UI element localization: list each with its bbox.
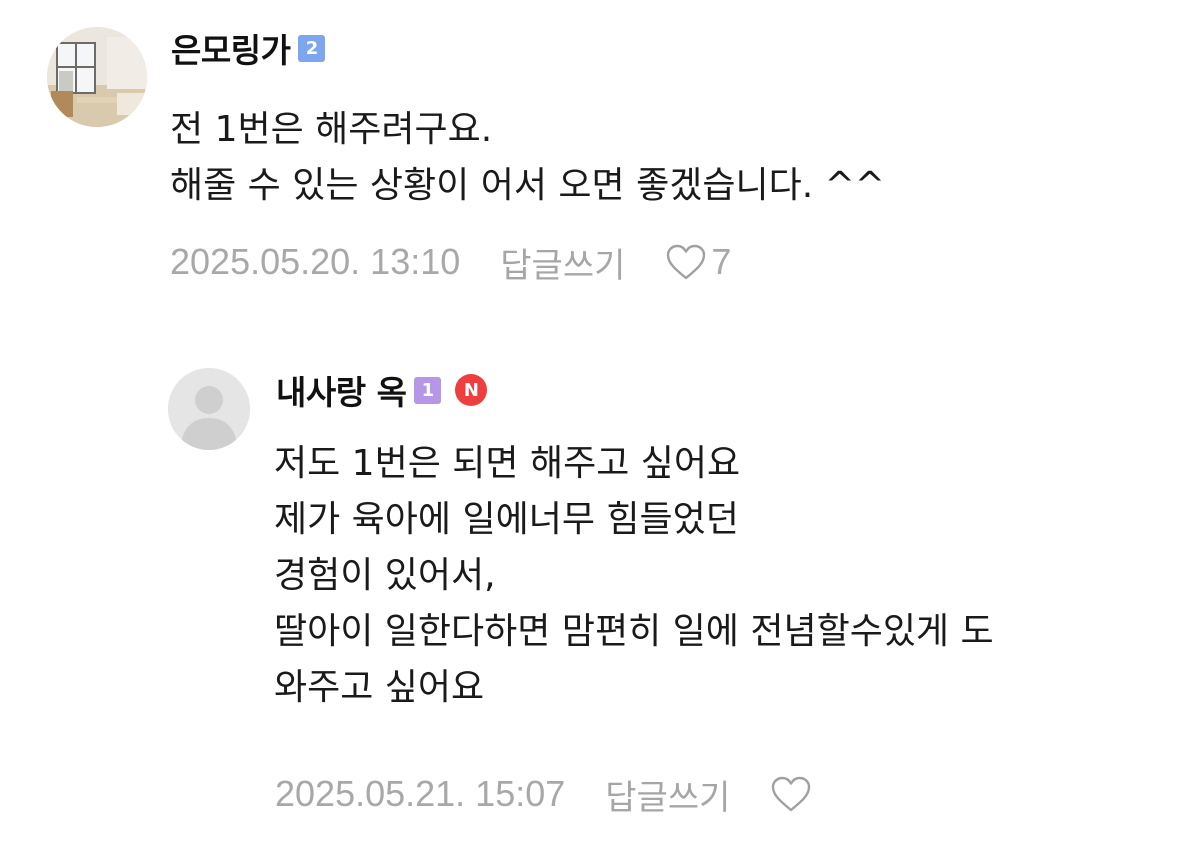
author-avatar[interactable] (168, 368, 250, 450)
comment-author: 은모링가 2 (171, 24, 326, 72)
comment-body-line: 와주고 싶어요 (274, 667, 485, 708)
comment-body: 저도 1번은 되면 해주고 싶어요 제가 육아에 일에너무 힘들었던 경험이 있… (274, 436, 994, 716)
like-button[interactable] (770, 775, 816, 813)
author-name[interactable]: 내사랑 옥 (276, 366, 407, 414)
comment-body-line: 해줄 수 있는 상황이 어서 오면 좋겠습니다. ^^ (170, 165, 885, 206)
comment-body-line: 딸아이 일한다하면 맘편히 일에 전념할수있게 도 (274, 611, 994, 652)
new-badge: N (455, 374, 488, 406)
level-badge: 2 (298, 34, 326, 62)
comment-author: 내사랑 옥 1 N (276, 366, 488, 414)
reply-comment-item: 내사랑 옥 1 N 저도 1번은 되면 해주고 싶어요 제가 육아에 일에너무 … (0, 340, 1200, 845)
comment-meta: 2025.05.20. 13:10 답글쓰기 7 (170, 238, 731, 287)
comment-item: 은모링가 2 전 1번은 해주려구요. 해줄 수 있는 상황이 어서 오면 좋겠… (0, 0, 1200, 320)
room-photo-image (47, 27, 147, 127)
comment-date: 2025.05.20. 13:10 (170, 241, 461, 282)
comment-meta: 2025.05.21. 15:07 답글쓰기 (275, 770, 816, 819)
heart-outline-icon (667, 244, 706, 280)
level-badge: 1 (414, 376, 442, 404)
like-button[interactable]: 7 (665, 241, 731, 283)
default-user-icon (168, 368, 250, 450)
comment-date: 2025.05.21. 15:07 (275, 773, 566, 814)
comment-body: 전 1번은 해주려구요. 해줄 수 있는 상황이 어서 오면 좋겠습니다. ^^ (170, 102, 885, 214)
author-avatar[interactable] (47, 27, 147, 127)
comment-body-line: 제가 육아에 일에너무 힘들었던 (274, 499, 739, 540)
reply-button[interactable]: 답글쓰기 (500, 238, 625, 287)
like-count: 7 (711, 241, 732, 282)
comment-body-line: 전 1번은 해주려구요. (170, 109, 493, 150)
comment-body-line: 경험이 있어서, (274, 555, 496, 596)
author-name[interactable]: 은모링가 (171, 24, 291, 72)
heart-outline-icon (772, 776, 811, 812)
reply-button[interactable]: 답글쓰기 (605, 770, 730, 819)
comment-body-line: 저도 1번은 되면 해주고 싶어요 (274, 443, 741, 484)
